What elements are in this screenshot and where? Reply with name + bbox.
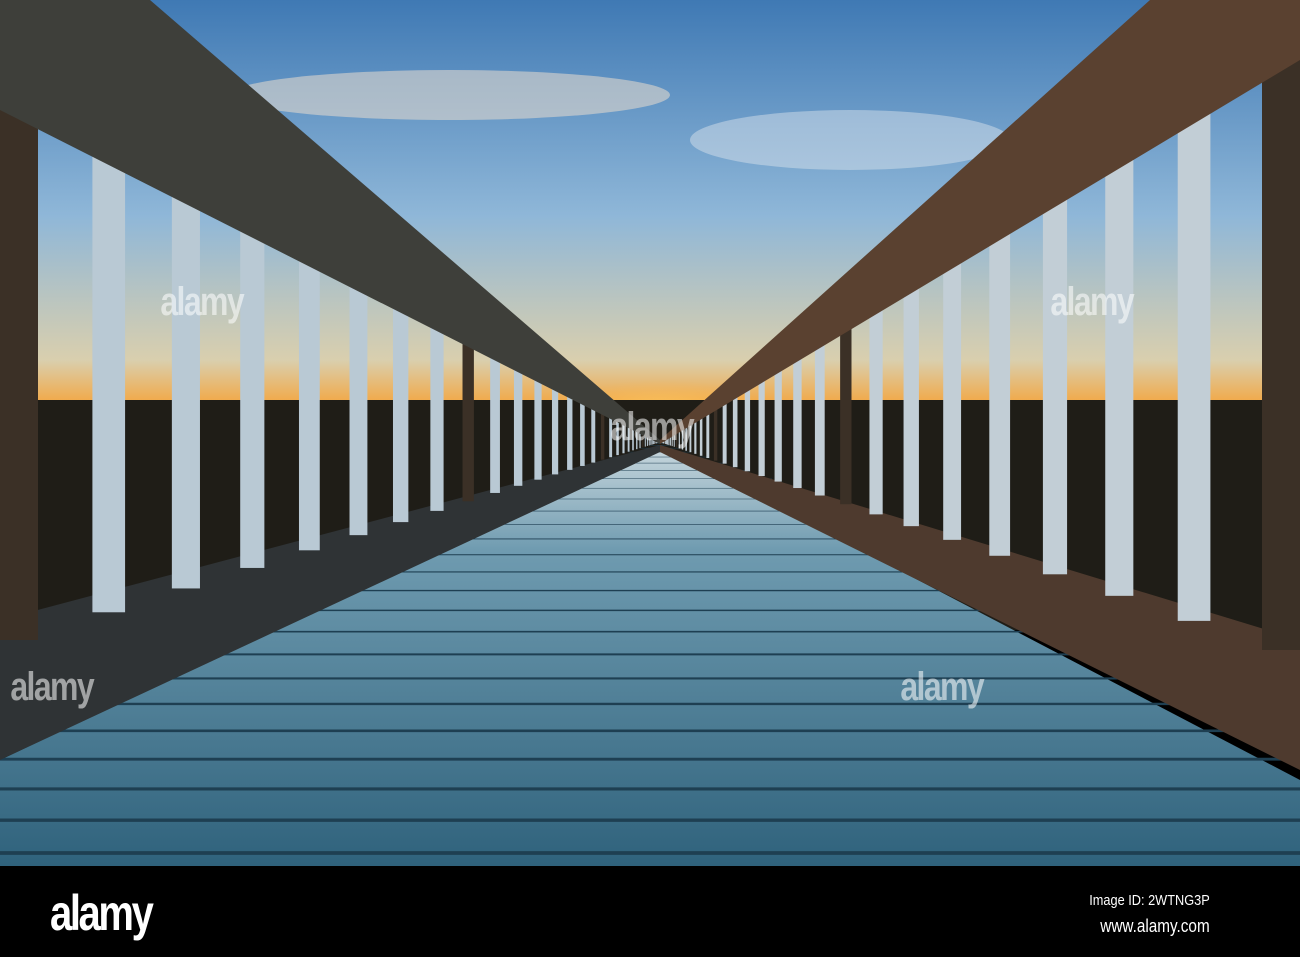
baluster (1042, 192, 1068, 575)
image-id: Image ID: 2WTNG3P (1089, 892, 1210, 909)
baluster (171, 181, 200, 589)
baluster (298, 249, 320, 551)
baluster (774, 367, 782, 482)
baluster (1177, 104, 1211, 621)
baluster (793, 355, 802, 489)
watermark: alamy (160, 280, 244, 324)
baluster (699, 416, 703, 456)
watermark: alamy (900, 665, 984, 709)
baluster (869, 305, 883, 515)
baluster (580, 399, 585, 466)
website-link[interactable]: www.alamy.com (1101, 916, 1210, 937)
baluster (462, 336, 474, 502)
baluster (392, 299, 409, 523)
baluster (0, 90, 38, 640)
baluster (551, 384, 559, 475)
baluster (903, 283, 919, 527)
clouds (230, 70, 670, 120)
baluster (713, 406, 718, 461)
baluster (1262, 50, 1300, 650)
baluster (430, 319, 444, 511)
baluster (240, 218, 265, 568)
baluster (989, 227, 1011, 556)
baluster (349, 276, 368, 536)
baluster (567, 392, 573, 470)
baluster (513, 364, 523, 486)
baluster (694, 419, 697, 454)
baluster (92, 139, 126, 613)
watermark: alamy (10, 665, 94, 709)
baluster (591, 405, 596, 463)
baluster (534, 375, 542, 480)
baluster (840, 324, 852, 505)
baluster (490, 351, 500, 493)
baluster (814, 341, 825, 496)
baluster (744, 386, 751, 472)
baluster (600, 410, 605, 460)
clouds (690, 110, 1010, 170)
baluster (1105, 152, 1134, 596)
baluster (706, 411, 710, 459)
baluster (758, 377, 765, 477)
baluster (722, 401, 727, 464)
photo-frame: alamy alamy alamy alamy alamy alamy Imag… (0, 0, 1300, 957)
baluster (732, 394, 738, 468)
watermark: alamy (1050, 280, 1134, 324)
footer-bar: alamy Image ID: 2WTNG3P www.alamy.com (0, 866, 1300, 957)
watermark: alamy (610, 405, 694, 449)
baluster (943, 257, 962, 540)
alamy-logo: alamy (50, 885, 154, 941)
